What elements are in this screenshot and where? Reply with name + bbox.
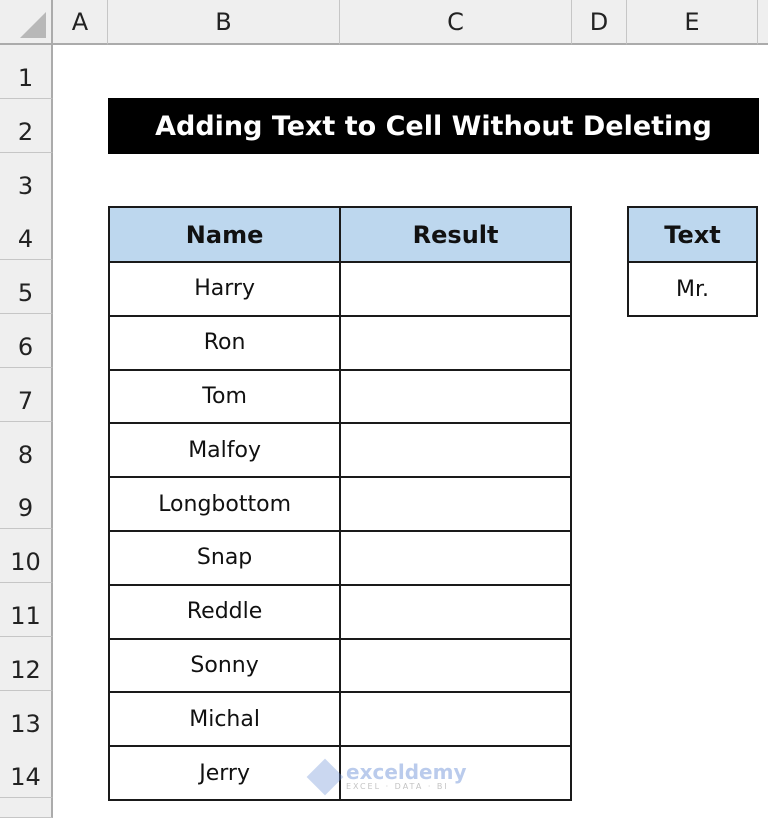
text-table: Text Mr.: [627, 206, 758, 317]
result-cell[interactable]: [339, 476, 572, 532]
row-header-4[interactable]: 4: [0, 206, 53, 261]
row-header-9[interactable]: 9: [0, 475, 53, 530]
name-cell[interactable]: Longbottom: [107, 476, 342, 532]
header-name[interactable]: Name: [107, 206, 342, 263]
row-header-5[interactable]: 5: [0, 260, 53, 315]
row-header-14[interactable]: 14: [0, 744, 53, 799]
table-row: Longbottom: [107, 476, 572, 532]
watermark-brand: exceldemy: [346, 760, 467, 784]
name-cell[interactable]: Harry: [107, 261, 342, 317]
row-header-6[interactable]: 6: [0, 314, 53, 368]
exceldemy-logo-icon: [306, 758, 344, 795]
result-cell[interactable]: [339, 691, 572, 748]
row-header-7[interactable]: 7: [0, 367, 53, 422]
row-header-2[interactable]: 2: [0, 98, 53, 153]
header-result[interactable]: Result: [339, 206, 572, 263]
row-header-15[interactable]: [0, 798, 53, 818]
result-cell[interactable]: [339, 314, 572, 371]
column-header-a[interactable]: A: [53, 0, 108, 45]
row-header-12[interactable]: 12: [0, 636, 53, 691]
select-all-triangle-icon: [20, 12, 46, 38]
row-header-3[interactable]: 3: [0, 152, 53, 207]
table-row: Ron: [107, 314, 572, 371]
name-cell[interactable]: Michal: [107, 691, 342, 748]
row-header-10[interactable]: 10: [0, 529, 53, 584]
row-header-1[interactable]: 1: [0, 45, 53, 99]
column-header-d[interactable]: D: [572, 0, 627, 45]
table-row: Snap: [107, 529, 572, 586]
column-header-b[interactable]: B: [108, 0, 340, 45]
name-cell[interactable]: Malfoy: [107, 422, 342, 479]
result-cell[interactable]: [339, 637, 572, 694]
table-row: Malfoy: [107, 422, 572, 479]
table-row: Tom: [107, 368, 572, 425]
select-all-corner[interactable]: [0, 0, 53, 45]
header-text[interactable]: Text: [627, 206, 758, 263]
exceldemy-watermark: exceldemy EXCEL · DATA · BI: [306, 758, 467, 795]
sheet-title: Adding Text to Cell Without Deleting: [108, 98, 759, 154]
column-header-c[interactable]: C: [340, 0, 572, 45]
column-header-f[interactable]: [758, 0, 768, 45]
table-row: Reddle: [107, 583, 572, 640]
table-row: Michal: [107, 691, 572, 748]
name-cell[interactable]: Snap: [107, 529, 342, 586]
table-row: Harry: [107, 261, 572, 317]
name-cell[interactable]: Jerry: [107, 745, 342, 801]
name-cell[interactable]: Tom: [107, 368, 342, 425]
row-header-11[interactable]: 11: [0, 583, 53, 637]
text-value-cell[interactable]: Mr.: [627, 261, 758, 317]
name-cell[interactable]: Sonny: [107, 637, 342, 694]
result-cell[interactable]: [339, 422, 572, 479]
result-cell[interactable]: [339, 261, 572, 317]
table-row: Sonny: [107, 637, 572, 694]
row-header-13[interactable]: 13: [0, 690, 53, 745]
watermark-tagline: EXCEL · DATA · BI: [346, 782, 449, 791]
name-cell[interactable]: Reddle: [107, 583, 342, 640]
row-header-8[interactable]: 8: [0, 421, 53, 476]
result-cell[interactable]: [339, 368, 572, 425]
result-cell[interactable]: [339, 583, 572, 640]
name-cell[interactable]: Ron: [107, 314, 342, 371]
result-cell[interactable]: [339, 529, 572, 586]
column-header-e[interactable]: E: [627, 0, 758, 45]
names-table: Name Result Harry Ron Tom Malfoy Longbottom S…: [107, 206, 572, 801]
